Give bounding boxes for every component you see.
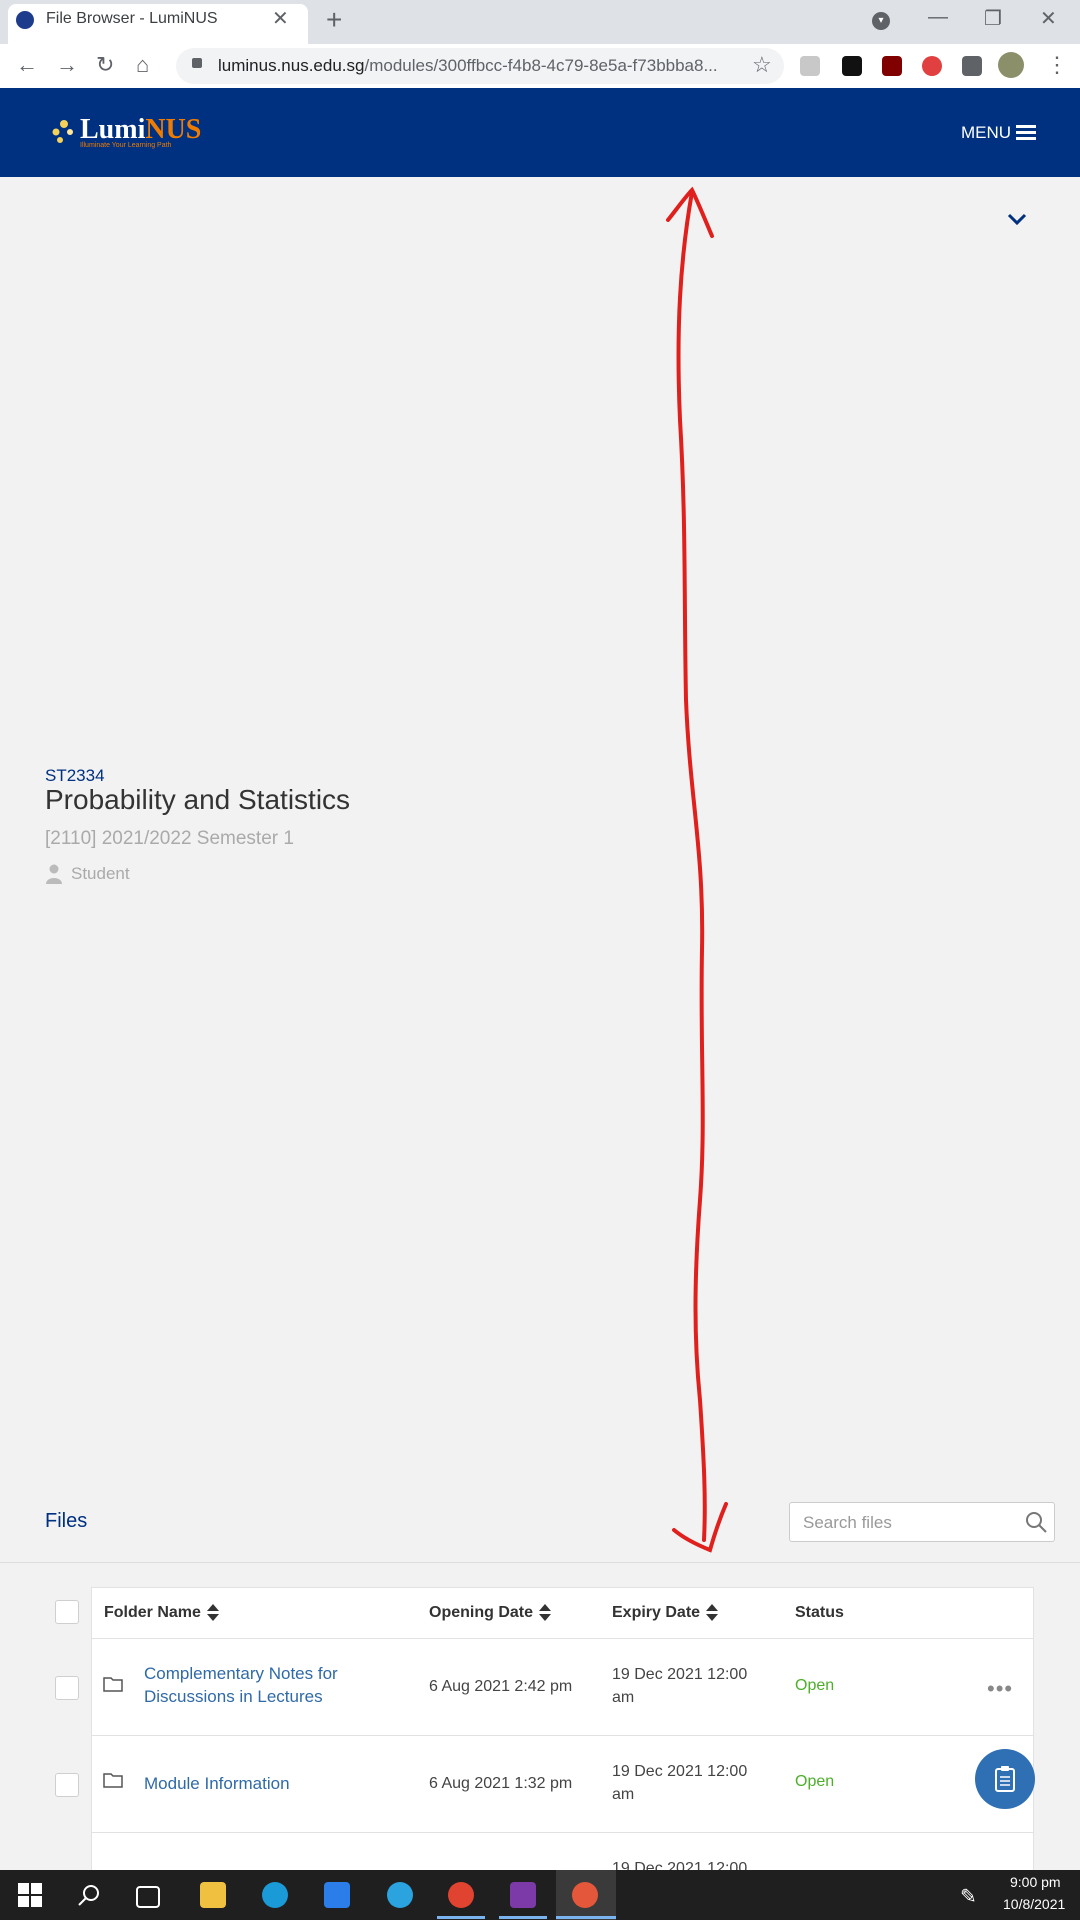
windows-start-icon[interactable] bbox=[18, 1883, 42, 1907]
edge-icon[interactable] bbox=[262, 1882, 288, 1908]
active-indicator bbox=[437, 1916, 485, 1919]
snipping-tool-icon[interactable] bbox=[572, 1882, 598, 1908]
onenote-icon[interactable] bbox=[510, 1882, 536, 1908]
todo-icon[interactable] bbox=[324, 1882, 350, 1908]
clock-time[interactable]: 9:00 pm bbox=[1010, 1874, 1061, 1890]
active-indicator bbox=[499, 1916, 547, 1919]
clock-date[interactable]: 10/8/2021 bbox=[1003, 1896, 1065, 1912]
annotation-double-arrow bbox=[666, 186, 728, 1553]
telegram-icon[interactable] bbox=[387, 1882, 413, 1908]
task-view-icon[interactable] bbox=[136, 1886, 160, 1908]
file-explorer-icon[interactable] bbox=[200, 1882, 226, 1908]
chrome-icon[interactable] bbox=[448, 1882, 474, 1908]
search-taskbar-icon[interactable] bbox=[76, 1882, 102, 1908]
active-indicator bbox=[556, 1916, 616, 1919]
pen-icon[interactable]: ✎ bbox=[960, 1884, 977, 1909]
windows-taskbar bbox=[0, 1870, 1080, 1920]
